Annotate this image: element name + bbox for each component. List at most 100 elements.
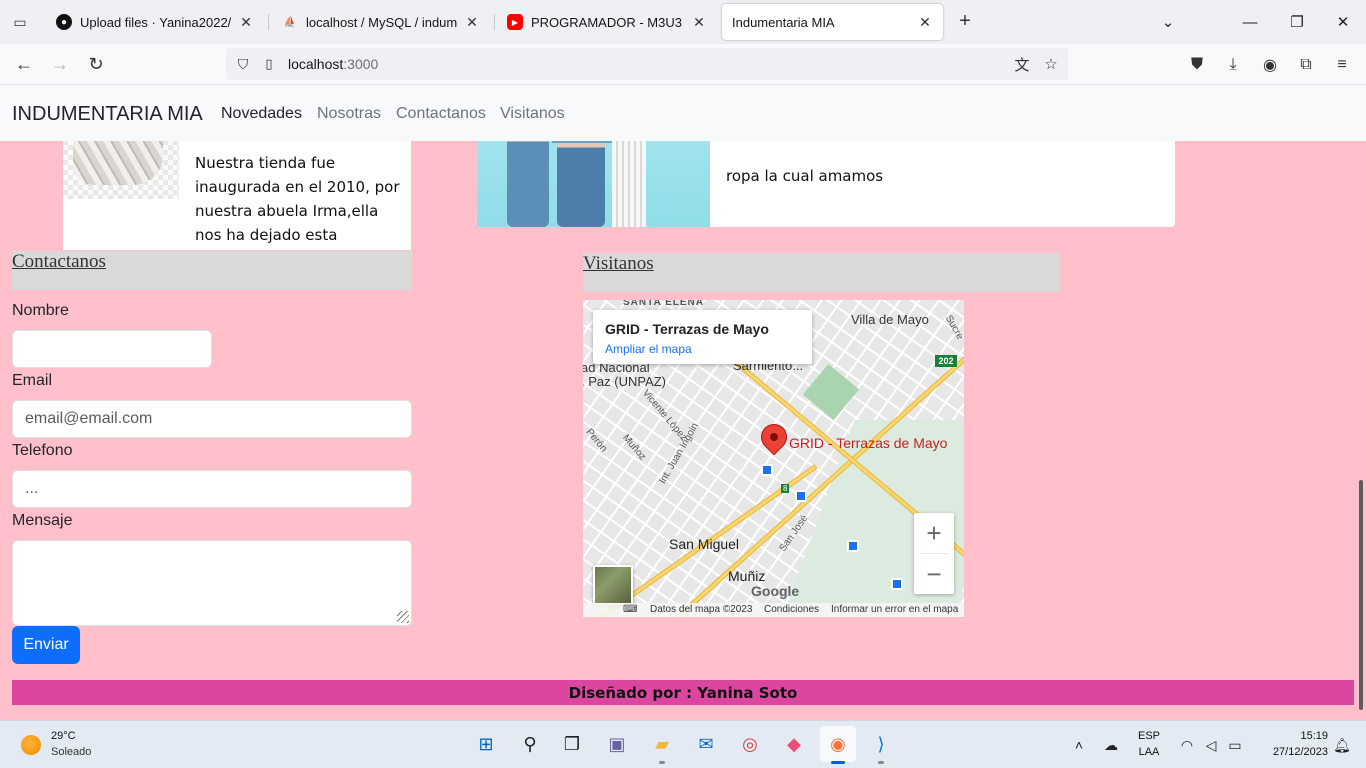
reload-button[interactable]: ↻ [84, 52, 108, 76]
tab-phpmyadmin[interactable]: ⛵ localhost / MySQL / indumenta ✕ [272, 4, 490, 40]
message-label: Mensaje [12, 512, 73, 529]
battery-icon[interactable]: ▭ [1225, 735, 1245, 755]
report-error-link[interactable]: Informar un error en el mapa [831, 604, 958, 615]
start-icon[interactable]: ⊞ [473, 731, 499, 757]
minimize-button[interactable]: — [1236, 8, 1264, 36]
file-explorer-icon[interactable]: ▰ [649, 731, 675, 757]
map-label: SANTA ELENA [623, 300, 704, 308]
active-indicator [831, 761, 845, 764]
map-data-text[interactable]: Datos del mapa ©2023 [650, 604, 752, 615]
web-page: Nuestra tienda fue inaugurada en el 2010… [0, 85, 1366, 720]
vscode-icon[interactable]: ⟩ [868, 731, 894, 757]
close-window-button[interactable]: ✕ [1329, 8, 1357, 36]
tab-youtube[interactable]: ▶ PROGRAMADOR - M3U3 Peticio ✕ [497, 4, 717, 40]
nav-link-contactanos[interactable]: Contactanos [396, 105, 486, 123]
weather-temperature[interactable]: 29°C [51, 730, 76, 742]
close-icon[interactable]: ✕ [464, 14, 480, 30]
onedrive-icon[interactable]: ☁ [1101, 735, 1121, 755]
route-shield: 8 [781, 484, 790, 493]
download-icon[interactable]: ⤓ [1222, 54, 1244, 76]
sun-icon[interactable] [21, 735, 41, 755]
marker-label[interactable]: GRID - Terrazas de Mayo [789, 435, 947, 451]
mail-icon[interactable]: ✉ [693, 731, 719, 757]
email-input[interactable]: email@email.com [12, 400, 412, 438]
url-text: localhost:3000 [288, 56, 378, 72]
transit-stop-icon[interactable] [795, 490, 807, 502]
tab-title: Upload files · Yanina2022/Indum [80, 14, 232, 30]
running-indicator [659, 761, 665, 764]
zoom-out-button[interactable]: − [914, 554, 954, 594]
clock-date[interactable]: 27/12/2023 [1258, 746, 1328, 758]
nav-link-visitanos[interactable]: Visitanos [500, 105, 565, 123]
transit-stop-icon[interactable] [891, 578, 903, 590]
map-place-card: GRID - Terrazas de Mayo Ampliar el mapa [593, 310, 812, 364]
task-view-icon[interactable]: ❐ [559, 731, 585, 757]
keyboard-layout[interactable]: LAA [1135, 746, 1163, 758]
tab-list-button[interactable]: ▭ [8, 10, 32, 34]
tab-title: Indumentaria MIA [732, 14, 835, 30]
map-label: . Paz (UNPAZ) [583, 374, 666, 389]
resize-handle-icon[interactable] [397, 611, 409, 623]
close-icon[interactable]: ✕ [238, 14, 254, 30]
translate-icon[interactable]: 文 [1012, 54, 1032, 74]
close-icon[interactable]: ✕ [691, 14, 707, 30]
chevron-up-icon[interactable]: ˄ [1069, 735, 1089, 755]
nav-link-nosotras[interactable]: Nosotras [317, 105, 381, 123]
browser-tab-strip: ▭ ● Upload files · Yanina2022/Indum ✕ ⛵ … [0, 0, 1366, 44]
message-textarea[interactable] [12, 540, 412, 626]
back-button[interactable]: ← [12, 52, 36, 76]
send-button[interactable]: Enviar [12, 626, 80, 664]
terms-link[interactable]: Condiciones [764, 604, 819, 615]
notification-bell-icon[interactable]: 🔔︎ [1332, 735, 1352, 755]
pocket-icon[interactable]: ⛊ [1186, 54, 1208, 76]
expand-map-link[interactable]: Ampliar el mapa [605, 342, 692, 356]
close-icon[interactable]: ✕ [917, 14, 933, 30]
phpmyadmin-icon: ⛵ [283, 16, 297, 28]
menu-icon[interactable]: ≡ [1331, 54, 1353, 76]
youtube-icon: ▶ [507, 14, 523, 30]
google-logo: Google [751, 583, 800, 599]
language-indicator[interactable]: ESP [1135, 730, 1163, 742]
page-icon[interactable]: ▯ [260, 55, 278, 73]
tab-indumentaria[interactable]: Indumentaria MIA ✕ [722, 4, 943, 40]
route-shield: 202 [935, 355, 957, 367]
satellite-toggle-button[interactable] [593, 565, 633, 605]
search-icon[interactable]: ⚲ [517, 731, 543, 757]
page-scrollbar[interactable] [1359, 480, 1363, 710]
site-brand[interactable]: INDUMENTARIA MIA [12, 103, 203, 126]
browser-navbar: ← → ↻ ⛉ ▯ localhost:3000 文 ☆ [0, 44, 1366, 85]
map-label: Villa de Mayo [851, 312, 929, 327]
visit-heading: Visitanos [583, 253, 1059, 292]
address-bar[interactable]: ⛉ ▯ localhost:3000 文 ☆ [226, 48, 1068, 80]
chrome-icon[interactable]: ◎ [737, 731, 763, 757]
map-attribution: ⌨ Datos del mapa ©2023 Condiciones Infor… [583, 603, 964, 617]
restore-button[interactable]: ❐ [1283, 8, 1311, 36]
name-input[interactable] [12, 330, 212, 368]
gitkraken-icon[interactable]: ◆ [781, 731, 807, 757]
account-icon[interactable]: ◉ [1259, 54, 1281, 76]
windows-taskbar: 29°C Soleado ⊞ ⚲ ❐ ▣ ▰ ✉ ◎ ◆ ◉ ⟩ ˄ ☁ ESP… [0, 720, 1366, 768]
nav-link-novedades[interactable]: Novedades [221, 105, 302, 123]
wifi-icon[interactable]: ◠ [1177, 735, 1197, 755]
transit-stop-icon[interactable] [847, 540, 859, 552]
google-map[interactable]: SANTA ELENA Villa de Mayo Sarmiento... a… [583, 300, 964, 617]
weather-condition[interactable]: Soleado [51, 746, 91, 758]
tab-separator [494, 14, 495, 30]
shield-icon[interactable]: ⛉ [234, 55, 252, 73]
keyboard-icon[interactable]: ⌨ [623, 604, 637, 615]
phone-input[interactable]: ... [12, 470, 412, 508]
teams-icon[interactable]: ▣ [604, 731, 630, 757]
team-text: ropa la cual amamos [726, 167, 884, 185]
tab-overflow-chevron-icon[interactable]: ⌄ [1154, 8, 1182, 36]
new-tab-button[interactable]: + [954, 10, 976, 32]
volume-icon[interactable]: ◁ [1201, 735, 1221, 755]
tab-github[interactable]: ● Upload files · Yanina2022/Indum ✕ [46, 4, 264, 40]
transit-stop-icon[interactable] [761, 464, 773, 476]
bookmark-star-icon[interactable]: ☆ [1041, 54, 1061, 74]
forward-button[interactable]: → [48, 52, 72, 76]
zoom-in-button[interactable]: + [914, 513, 954, 553]
firefox-icon[interactable]: ◉ [820, 726, 856, 762]
clock-time[interactable]: 15:19 [1258, 730, 1328, 742]
tab-title: PROGRAMADOR - M3U3 Peticio [531, 14, 685, 30]
extensions-icon[interactable]: ⧉ [1295, 54, 1317, 76]
